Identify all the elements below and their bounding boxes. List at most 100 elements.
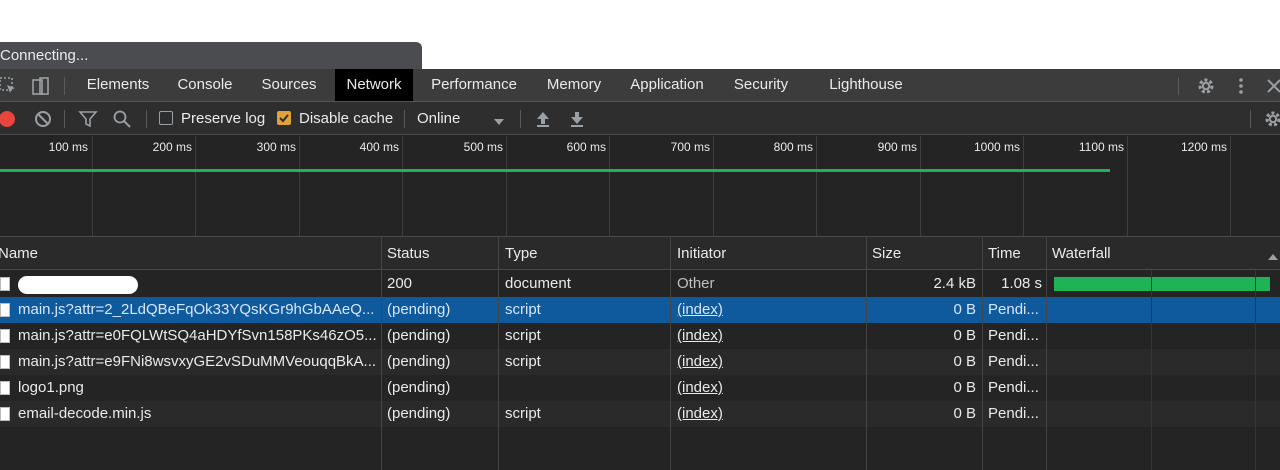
time-tick-label: 800 ms xyxy=(773,140,813,154)
record-icon[interactable] xyxy=(0,109,18,129)
script-file-icon xyxy=(0,303,10,317)
tab-network[interactable]: Network xyxy=(335,69,413,101)
request-initiator: Other xyxy=(677,275,715,292)
dropdown-arrow-icon xyxy=(494,114,504,132)
grid-line xyxy=(1023,136,1024,236)
request-name: email-decode.min.js xyxy=(18,405,152,422)
column-divider[interactable] xyxy=(498,237,499,470)
tab-elements[interactable]: Elements xyxy=(76,69,160,101)
divider xyxy=(520,110,521,128)
column-header-status[interactable]: Status xyxy=(387,237,430,270)
request-name: main.js?attr=2_2LdQBeFqOk33YQsKGr9hGbAAe… xyxy=(18,301,375,318)
grid-line xyxy=(713,136,714,236)
settings-gear-icon[interactable] xyxy=(1196,76,1216,96)
throttling-select[interactable]: Online xyxy=(410,102,510,135)
inspect-element-icon[interactable] xyxy=(0,76,18,96)
request-type xyxy=(505,375,665,401)
waterfall-grid-line xyxy=(1255,270,1256,470)
request-name: main.js?attr=e0FQLWtSQ4aHDYfSvn158PKs46z… xyxy=(18,327,377,344)
tab-application[interactable]: Application xyxy=(620,69,714,101)
tab-sources[interactable]: Sources xyxy=(250,69,328,101)
table-row[interactable]: main.js?attr=2_2LdQBeFqOk33YQsKGr9hGbAAe… xyxy=(0,297,1280,323)
tab-security[interactable]: Security xyxy=(722,69,800,101)
grid-line xyxy=(816,136,817,236)
tab-performance[interactable]: Performance xyxy=(420,69,528,101)
column-header-type[interactable]: Type xyxy=(505,237,538,270)
script-file-icon xyxy=(0,355,10,369)
tab-console[interactable]: Console xyxy=(166,69,244,101)
initiator-link[interactable]: (index) xyxy=(677,323,862,349)
column-divider[interactable] xyxy=(866,237,867,470)
column-header-initiator[interactable]: Initiator xyxy=(677,237,726,270)
export-har-icon[interactable] xyxy=(567,109,587,129)
network-settings-gear-icon[interactable] xyxy=(1263,109,1280,129)
request-size: 0 B xyxy=(953,327,976,344)
disable-cache-checkbox[interactable] xyxy=(277,111,291,125)
tab-memory[interactable]: Memory xyxy=(535,69,613,101)
time-tick-label: 500 ms xyxy=(463,140,503,154)
document-file-icon xyxy=(0,277,10,291)
column-header-time[interactable]: Time xyxy=(988,237,1021,270)
status-bubble: Connecting... xyxy=(0,42,422,70)
import-har-icon[interactable] xyxy=(533,109,553,129)
time-tick-label: 1100 ms xyxy=(1078,140,1124,154)
divider xyxy=(1178,77,1179,95)
grid-line xyxy=(1230,136,1231,236)
initiator-link[interactable]: (index) xyxy=(677,375,862,401)
grid-line xyxy=(506,136,507,236)
checkmark-icon xyxy=(279,114,289,123)
clear-icon[interactable] xyxy=(33,109,53,129)
sort-ascending-icon[interactable] xyxy=(1268,249,1278,267)
devtools-tab-bar: Elements Console Sources Network Perform… xyxy=(0,69,1280,102)
table-row[interactable]: 200 document Other 2.4 kB 1.08 s xyxy=(0,271,1280,297)
time-tick-label: 700 ms xyxy=(670,140,710,154)
column-header-name[interactable]: Name xyxy=(0,237,38,270)
table-header: Name Status Type Initiator Size Time Wat… xyxy=(0,237,1280,270)
time-tick-label: 100 ms xyxy=(48,140,88,154)
grid-line xyxy=(299,136,300,236)
grid-line xyxy=(609,136,610,236)
device-toolbar-icon[interactable] xyxy=(30,76,50,96)
request-size: 0 B xyxy=(953,301,976,318)
divider xyxy=(1250,110,1251,128)
throttling-value: Online xyxy=(417,110,461,127)
request-status: 200 xyxy=(387,275,413,292)
column-header-size[interactable]: Size xyxy=(872,237,901,270)
network-overview-timeline[interactable]: 100 ms 200 ms 300 ms 400 ms 500 ms 600 m… xyxy=(0,136,1280,237)
initiator-link[interactable]: (index) xyxy=(677,401,862,427)
script-file-icon xyxy=(0,329,10,343)
search-icon[interactable] xyxy=(112,109,132,129)
column-divider[interactable] xyxy=(670,237,671,470)
table-row[interactable]: main.js?attr=e0FQLWtSQ4aHDYfSvn158PKs46z… xyxy=(0,323,1280,349)
devtools-panel: Elements Console Sources Network Perform… xyxy=(0,69,1280,470)
overview-request-bar xyxy=(0,169,1110,172)
time-tick-label: 200 ms xyxy=(152,140,192,154)
waterfall-grid-line xyxy=(1151,270,1152,470)
request-time: Pendi... xyxy=(988,327,1039,344)
preserve-log-label: Preserve log xyxy=(181,110,266,127)
column-header-waterfall[interactable]: Waterfall xyxy=(1052,237,1111,270)
request-status: (pending) xyxy=(387,327,451,344)
initiator-link[interactable]: (index) xyxy=(677,297,862,323)
time-tick-label: 900 ms xyxy=(877,140,917,154)
table-row[interactable]: main.js?attr=e9FNi8wsvxyGE2vSDuMMVeouqqB… xyxy=(0,349,1280,375)
more-options-icon[interactable] xyxy=(1231,76,1251,96)
filter-icon[interactable] xyxy=(78,109,98,129)
preserve-log-checkbox[interactable] xyxy=(159,111,173,125)
grid-line xyxy=(195,136,196,236)
tab-lighthouse[interactable]: Lighthouse xyxy=(818,69,914,101)
request-time: 1.08 s xyxy=(1001,275,1042,292)
initiator-link[interactable]: (index) xyxy=(677,349,862,375)
script-file-icon xyxy=(0,407,10,421)
request-time: Pendi... xyxy=(988,353,1039,370)
close-icon[interactable] xyxy=(1264,76,1280,96)
request-status: (pending) xyxy=(387,301,451,318)
column-divider[interactable] xyxy=(1046,237,1047,470)
column-divider[interactable] xyxy=(982,237,983,470)
divider xyxy=(64,110,65,128)
divider xyxy=(146,110,147,128)
table-row[interactable]: email-decode.min.js (pending) script (in… xyxy=(0,401,1280,427)
divider xyxy=(404,110,405,128)
column-divider[interactable] xyxy=(381,237,382,470)
table-row[interactable]: logo1.png (pending) (index) 0 B Pendi... xyxy=(0,375,1280,401)
